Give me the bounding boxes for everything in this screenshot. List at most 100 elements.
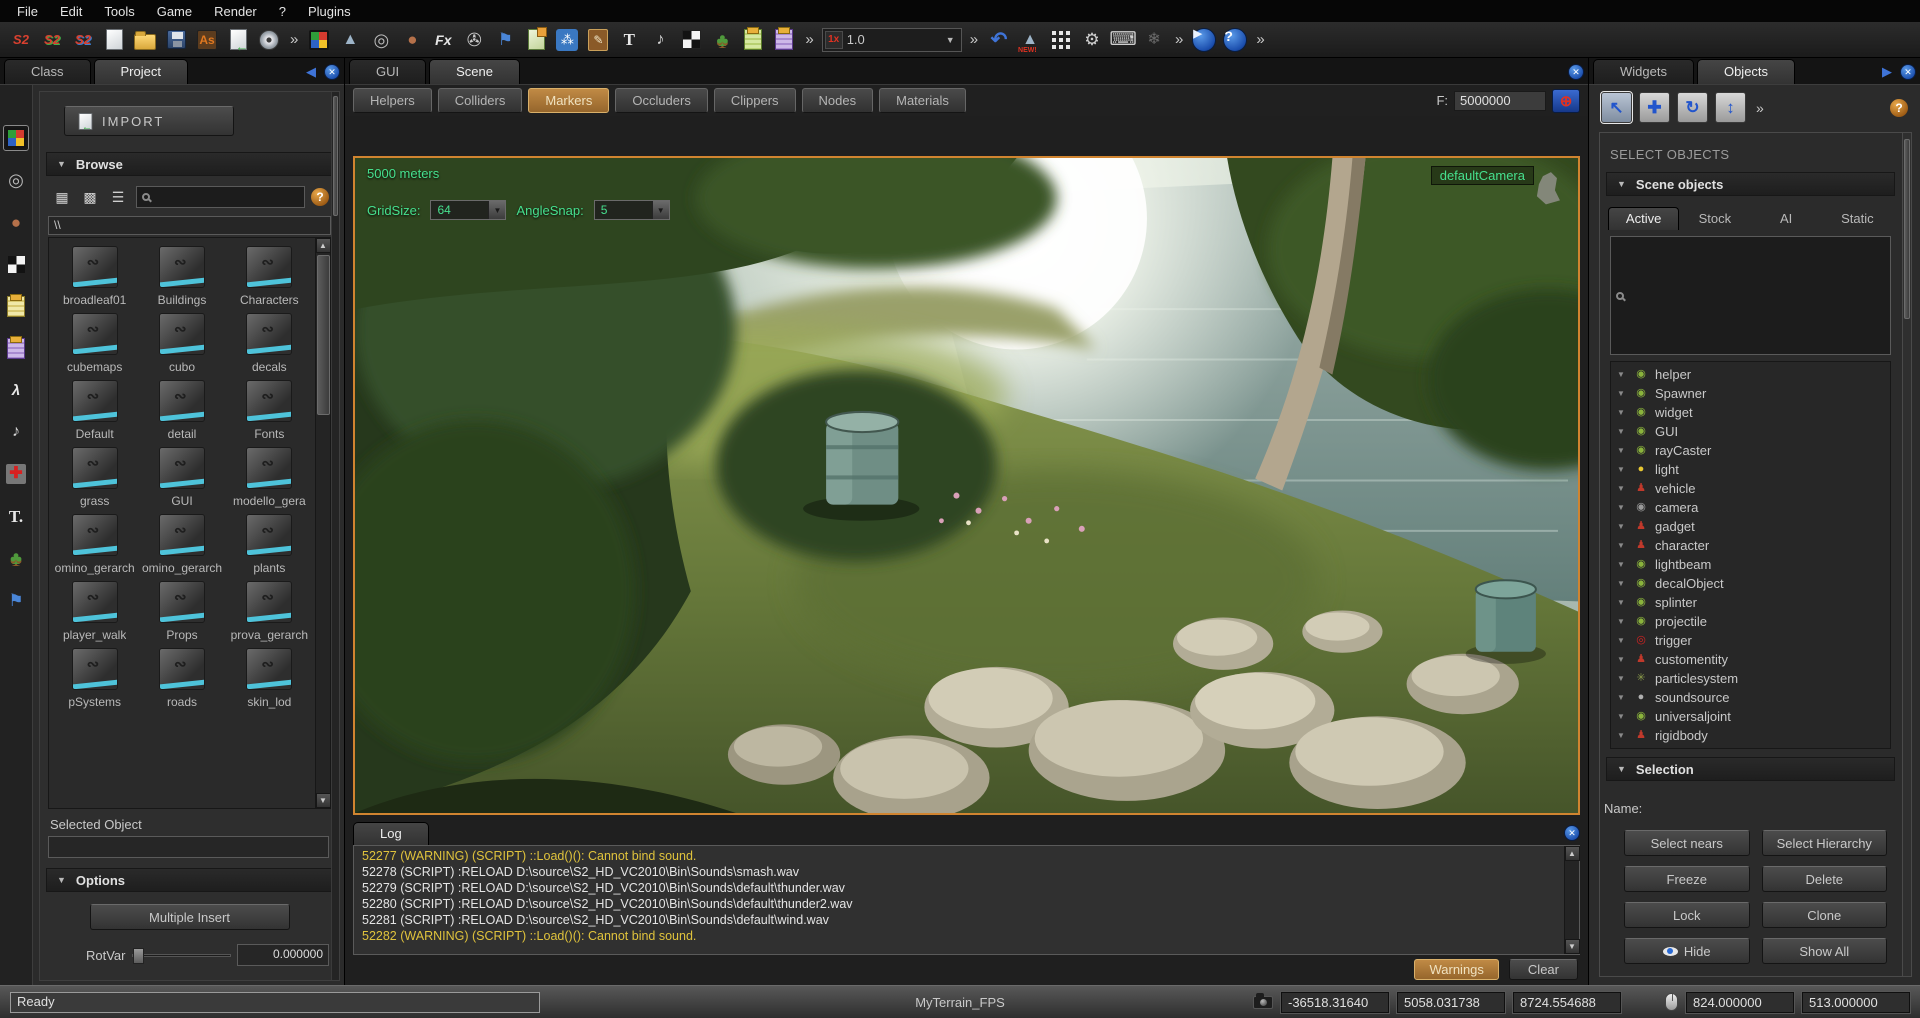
expand-caret-icon[interactable]: ▼ [1617, 617, 1627, 626]
collapse-panel-arrow-icon[interactable]: ◀ [306, 64, 316, 80]
mode-occluders-button[interactable]: Occluders [615, 88, 708, 113]
tab-project[interactable]: Project [94, 59, 188, 84]
select-nears-button[interactable]: Select nears [1624, 830, 1750, 856]
folder-roads[interactable]: roads [138, 644, 225, 711]
tree-item-splinter[interactable]: ▼◉splinter [1611, 593, 1890, 612]
speaker-icon[interactable]: ♪ [3, 419, 29, 445]
wheel-icon[interactable]: ◎ [3, 167, 29, 193]
view-large-icons-button[interactable]: ▦ [50, 186, 74, 208]
folder-broadleaf01[interactable]: broadleaf01 [51, 242, 138, 309]
expand-caret-icon[interactable]: ▼ [1617, 465, 1627, 474]
scroll-down-icon[interactable]: ▼ [1565, 939, 1580, 954]
mode-markers-button[interactable]: Markers [528, 88, 609, 113]
new-file-icon[interactable] [101, 27, 127, 53]
mode-colliders-button[interactable]: Colliders [438, 88, 523, 113]
note-purple-icon[interactable] [771, 27, 797, 53]
expand-caret-icon[interactable]: ▼ [1617, 655, 1627, 664]
tree-item-projectile[interactable]: ▼◉projectile [1611, 612, 1890, 631]
expand-caret-icon[interactable]: ▼ [1617, 693, 1627, 702]
clear-log-button[interactable]: Clear [1509, 959, 1578, 980]
rubiks-cube-icon[interactable] [3, 125, 29, 151]
snowflake-icon[interactable]: ❄ [1141, 27, 1167, 53]
warnings-filter-button[interactable]: Warnings [1414, 959, 1498, 980]
expand-caret-icon[interactable]: ▼ [1617, 674, 1627, 683]
folder-characters[interactable]: Characters [226, 242, 313, 309]
view-small-icons-button[interactable]: ▩ [78, 186, 102, 208]
mouse-coordinate-field[interactable]: 824.000000 [1686, 992, 1794, 1013]
folder-plants[interactable]: plants [226, 510, 313, 577]
rotvar-value-field[interactable]: 0.000000 [237, 944, 329, 966]
fx-icon[interactable]: Fx [430, 27, 456, 53]
tab-ai[interactable]: AI [1751, 207, 1822, 230]
lock-button[interactable]: Lock [1624, 902, 1750, 928]
folder-buildings[interactable]: Buildings [138, 242, 225, 309]
expand-panel-arrow-icon[interactable]: ▶ [1882, 64, 1892, 80]
view-list-button[interactable]: ☰ [106, 186, 130, 208]
material-checker-icon[interactable] [678, 27, 704, 53]
tree-item-light[interactable]: ▼●light [1611, 460, 1890, 479]
objects-search-box[interactable] [1610, 236, 1891, 355]
tab-gui[interactable]: GUI [349, 59, 426, 84]
text-icon[interactable]: T [616, 27, 642, 53]
camera-coordinate-field[interactable]: 5058.031738 [1397, 992, 1505, 1013]
character-icon[interactable]: λ [3, 377, 29, 403]
toolbar-overflow-icon[interactable]: » [1172, 31, 1186, 48]
burn-disc-icon[interactable] [256, 27, 282, 53]
save-as-icon[interactable]: As [194, 27, 220, 53]
tree-item-trigger[interactable]: ▼◎trigger [1611, 631, 1890, 650]
panel-toggle-icon[interactable]: ✕ [1568, 64, 1584, 80]
tree-item-character[interactable]: ▼♟character [1611, 536, 1890, 555]
select-hierarchy-button[interactable]: Select Hierarchy [1762, 830, 1888, 856]
tree-item-rigidbody[interactable]: ▼♟rigidbody [1611, 726, 1890, 745]
note-yellow-icon[interactable] [3, 293, 29, 319]
scroll-up-icon[interactable]: ▲ [316, 238, 331, 253]
grid-icon[interactable] [1048, 27, 1074, 53]
tab-class[interactable]: Class [4, 59, 91, 84]
rubiks-cube-icon[interactable] [306, 27, 332, 53]
tree-item-vehicle[interactable]: ▼♟vehicle [1611, 479, 1890, 498]
bonsai-icon[interactable]: ♣ [709, 27, 735, 53]
terrain-icon[interactable]: ▲ [337, 27, 363, 53]
tree-item-widget[interactable]: ▼◉widget [1611, 403, 1890, 422]
right-panel-scrollbar[interactable] [1902, 133, 1911, 976]
physics-box-icon[interactable]: ✚ [3, 461, 29, 487]
tab-objects[interactable]: Objects [1697, 59, 1795, 84]
speaker-icon[interactable]: ♪ [647, 27, 673, 53]
tab-static[interactable]: Static [1822, 207, 1893, 230]
camera-coordinate-field[interactable]: 8724.554688 [1513, 992, 1621, 1013]
import-button[interactable]: IMPORT [64, 106, 234, 136]
options-section-header[interactable]: ▼ Options [46, 868, 333, 892]
clipboard-icon[interactable]: ✎ [585, 27, 611, 53]
tab-widgets[interactable]: Widgets [1593, 59, 1694, 84]
folder-skin-lod[interactable]: skin_lod [226, 644, 313, 711]
tab-stock[interactable]: Stock [1679, 207, 1750, 230]
expand-caret-icon[interactable]: ▼ [1617, 731, 1627, 740]
asset-search-box[interactable] [136, 186, 305, 208]
expand-caret-icon[interactable]: ▼ [1617, 408, 1627, 417]
mode-nodes-button[interactable]: Nodes [802, 88, 874, 113]
show-all-button[interactable]: Show All [1762, 938, 1888, 964]
import-file-icon[interactable] [225, 27, 251, 53]
flag-icon[interactable]: ⚑ [3, 587, 29, 613]
panel-toggle-icon[interactable]: ✕ [1900, 64, 1916, 80]
expand-caret-icon[interactable]: ▼ [1617, 503, 1627, 512]
bonsai-icon[interactable]: ♣ [3, 545, 29, 571]
mode-materials-button[interactable]: Materials [879, 88, 966, 113]
menu-game[interactable]: Game [146, 2, 203, 21]
scale-tool-button[interactable]: ↕ [1715, 92, 1746, 123]
camera-coordinate-field[interactable]: -36518.31640 [1281, 992, 1389, 1013]
hide-button[interactable]: Hide [1624, 938, 1750, 964]
expand-caret-icon[interactable]: ▼ [1617, 712, 1627, 721]
folder-detail[interactable]: detail [138, 376, 225, 443]
panel-toggle-icon[interactable]: ✕ [1564, 825, 1580, 841]
menu-render[interactable]: Render [203, 2, 268, 21]
planet-icon[interactable]: ● [399, 27, 425, 53]
tree-item-soundsource[interactable]: ▼●soundsource [1611, 688, 1890, 707]
toolbar-overflow-icon[interactable]: » [802, 31, 816, 48]
help-icon[interactable]: ? [1222, 27, 1248, 53]
s2-new-project-icon[interactable]: S2 [8, 27, 34, 53]
tree-item-camera[interactable]: ▼◉camera [1611, 498, 1890, 517]
tree-item-decalobject[interactable]: ▼◉decalObject [1611, 574, 1890, 593]
tree-item-helper[interactable]: ▼◉helper [1611, 365, 1890, 384]
folder-modello-gera[interactable]: modello_gera [226, 443, 313, 510]
